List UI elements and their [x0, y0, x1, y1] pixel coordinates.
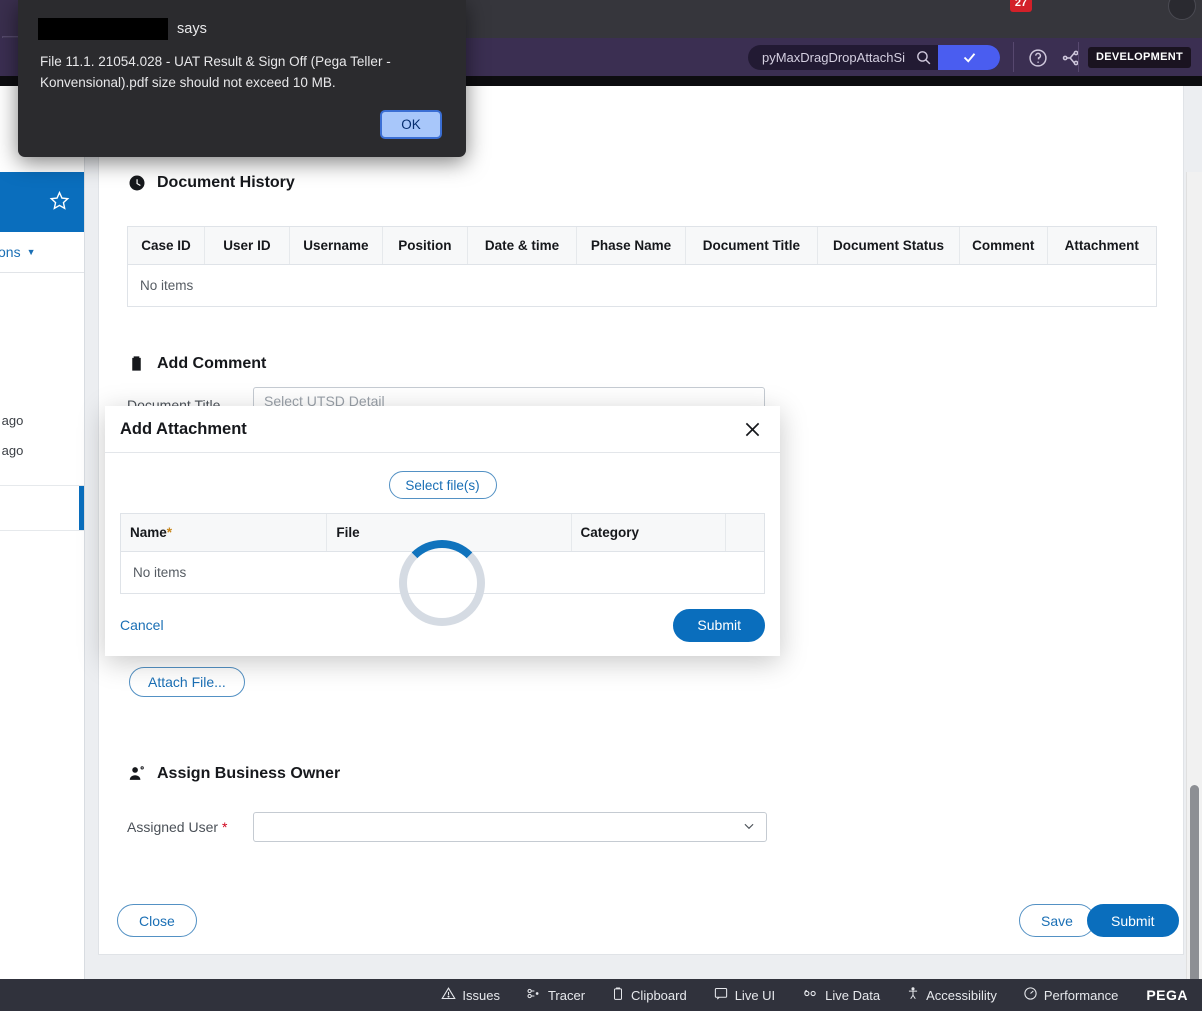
live-data-icon: [801, 986, 819, 1004]
column-header-document-status[interactable]: Document Status: [818, 227, 960, 264]
dev-toolbar-label: Tracer: [548, 988, 585, 1003]
attach-file-button[interactable]: Attach File...: [129, 667, 245, 697]
person-assign-icon: [127, 764, 146, 783]
column-header-name[interactable]: Name*: [121, 514, 327, 551]
modal-title: Add Attachment: [120, 420, 739, 439]
case-timestamp: ute ago: [0, 413, 23, 428]
document-history-empty-row: No items: [128, 265, 1156, 306]
selection-accent-bar: [79, 486, 84, 530]
column-header-actions: [726, 514, 764, 551]
required-indicator: *: [222, 819, 227, 835]
dev-toolbar-label: Live Data: [825, 988, 880, 1003]
cancel-button[interactable]: Cancel: [120, 617, 164, 633]
alert-says-label: says: [177, 21, 207, 37]
avatar[interactable]: [1168, 0, 1196, 20]
column-header-phase-name[interactable]: Phase Name: [577, 227, 686, 264]
column-header-category[interactable]: Category: [572, 514, 727, 551]
case-timestamp: ute ago: [0, 443, 23, 458]
alert-origin-redacted: [38, 18, 168, 40]
case-actions-menu[interactable]: ctions ▼: [0, 232, 84, 273]
tracer-icon: [526, 986, 542, 1004]
submit-button[interactable]: Submit: [1087, 904, 1179, 937]
column-header-user-id[interactable]: User ID: [205, 227, 290, 264]
live-ui-icon: [713, 986, 729, 1004]
alert-origin-row: says: [18, 0, 466, 40]
document-history-header: Document History: [127, 173, 295, 192]
alert-message: File 11.1. 21054.028 - UAT Result & Sign…: [18, 40, 466, 94]
case-panel-header: [0, 172, 84, 232]
dev-toolbar-item-live-data[interactable]: Live Data: [801, 986, 880, 1004]
assign-business-owner-header: Assign Business Owner: [127, 764, 340, 783]
column-header-date-time[interactable]: Date & time: [468, 227, 577, 264]
document-history-grid-header: Case ID User ID Username Position Date &…: [128, 227, 1156, 265]
chevron-down-icon: [742, 819, 766, 836]
accessibility-icon: [906, 986, 920, 1004]
search-icon[interactable]: [908, 49, 938, 66]
help-circle-icon[interactable]: [1027, 47, 1049, 69]
notification-badge[interactable]: 27: [1010, 0, 1032, 12]
case-list-item-selected[interactable]: [0, 485, 84, 531]
assign-business-owner-title: Assign Business Owner: [157, 765, 340, 783]
assigned-user-label-text: Assigned User: [127, 819, 218, 835]
column-header-username[interactable]: Username: [290, 227, 383, 264]
environment-badge: DEVELOPMENT: [1088, 47, 1191, 68]
page-scrollbar-thumb[interactable]: [1190, 785, 1199, 979]
add-comment-header: Add Comment: [127, 354, 266, 373]
column-header-name-text: Name: [130, 525, 167, 540]
column-header-position[interactable]: Position: [383, 227, 468, 264]
assigned-user-label: Assigned User *: [127, 819, 227, 835]
document-history-grid: Case ID User ID Username Position Date &…: [127, 226, 1157, 307]
search-input-value: pyMaxDragDropAttachSi: [748, 50, 908, 65]
caret-down-icon: ▼: [27, 247, 36, 257]
dev-toolbar-item-performance[interactable]: Performance: [1023, 986, 1118, 1004]
alert-ok-button[interactable]: OK: [380, 110, 442, 139]
required-indicator: *: [167, 525, 172, 540]
column-header-document-title[interactable]: Document Title: [686, 227, 818, 264]
add-comment-title: Add Comment: [157, 355, 266, 373]
history-clock-icon: [127, 173, 146, 192]
dev-toolbar-label: Performance: [1044, 988, 1118, 1003]
close-button[interactable]: Close: [117, 904, 197, 937]
dev-toolbar-item-tracer[interactable]: Tracer: [526, 986, 585, 1004]
modal-submit-button[interactable]: Submit: [673, 609, 765, 642]
column-header-comment[interactable]: Comment: [960, 227, 1048, 264]
column-header-case-id[interactable]: Case ID: [128, 227, 205, 264]
pega-logo: PEGA: [1146, 987, 1188, 1003]
case-side-panel: ctions ▼ ute ago ute ago: [0, 86, 85, 979]
dev-toolbar-item-live-ui[interactable]: Live UI: [713, 986, 775, 1004]
loading-spinner-icon: [399, 540, 485, 626]
performance-gauge-icon: [1023, 986, 1038, 1004]
dev-toolbar-label: Live UI: [735, 988, 775, 1003]
dev-toolbar-label: Issues: [462, 988, 500, 1003]
save-button[interactable]: Save: [1019, 904, 1095, 937]
select-files-button[interactable]: Select file(s): [389, 471, 497, 499]
dev-toolbar-item-clipboard[interactable]: Clipboard: [611, 986, 687, 1004]
star-outline-icon[interactable]: [49, 190, 70, 215]
close-x-icon[interactable]: [739, 416, 765, 442]
page-scrollbar[interactable]: [1186, 172, 1202, 979]
search-submit-button[interactable]: [938, 45, 1000, 70]
alert-actions: OK: [18, 94, 466, 139]
dev-toolbar: Issues Tracer Clipboard Live UI: [0, 979, 1202, 1011]
dev-toolbar-item-accessibility[interactable]: Accessibility: [906, 986, 997, 1004]
portal-viewport: ctions ▼ ute ago ute ago Document Histor…: [0, 86, 1202, 979]
case-actions-label: ctions: [0, 244, 21, 260]
dev-toolbar-item-issues[interactable]: Issues: [441, 986, 500, 1004]
modal-header: Add Attachment: [105, 406, 780, 453]
column-header-attachment[interactable]: Attachment: [1048, 227, 1156, 264]
browser-alert-dialog: says File 11.1. 21054.028 - UAT Result &…: [18, 0, 466, 157]
clipboard-icon: [611, 986, 625, 1004]
clipboard-list-icon: [127, 354, 146, 373]
assigned-user-select[interactable]: [253, 812, 767, 842]
dev-toolbar-label: Accessibility: [926, 988, 997, 1003]
document-history-title: Document History: [157, 174, 295, 192]
header-divider-2: [1078, 42, 1079, 72]
header-divider-1: [1013, 42, 1014, 72]
search-input[interactable]: pyMaxDragDropAttachSi: [748, 45, 1000, 70]
warning-triangle-icon: [441, 986, 456, 1004]
dev-toolbar-label: Clipboard: [631, 988, 687, 1003]
